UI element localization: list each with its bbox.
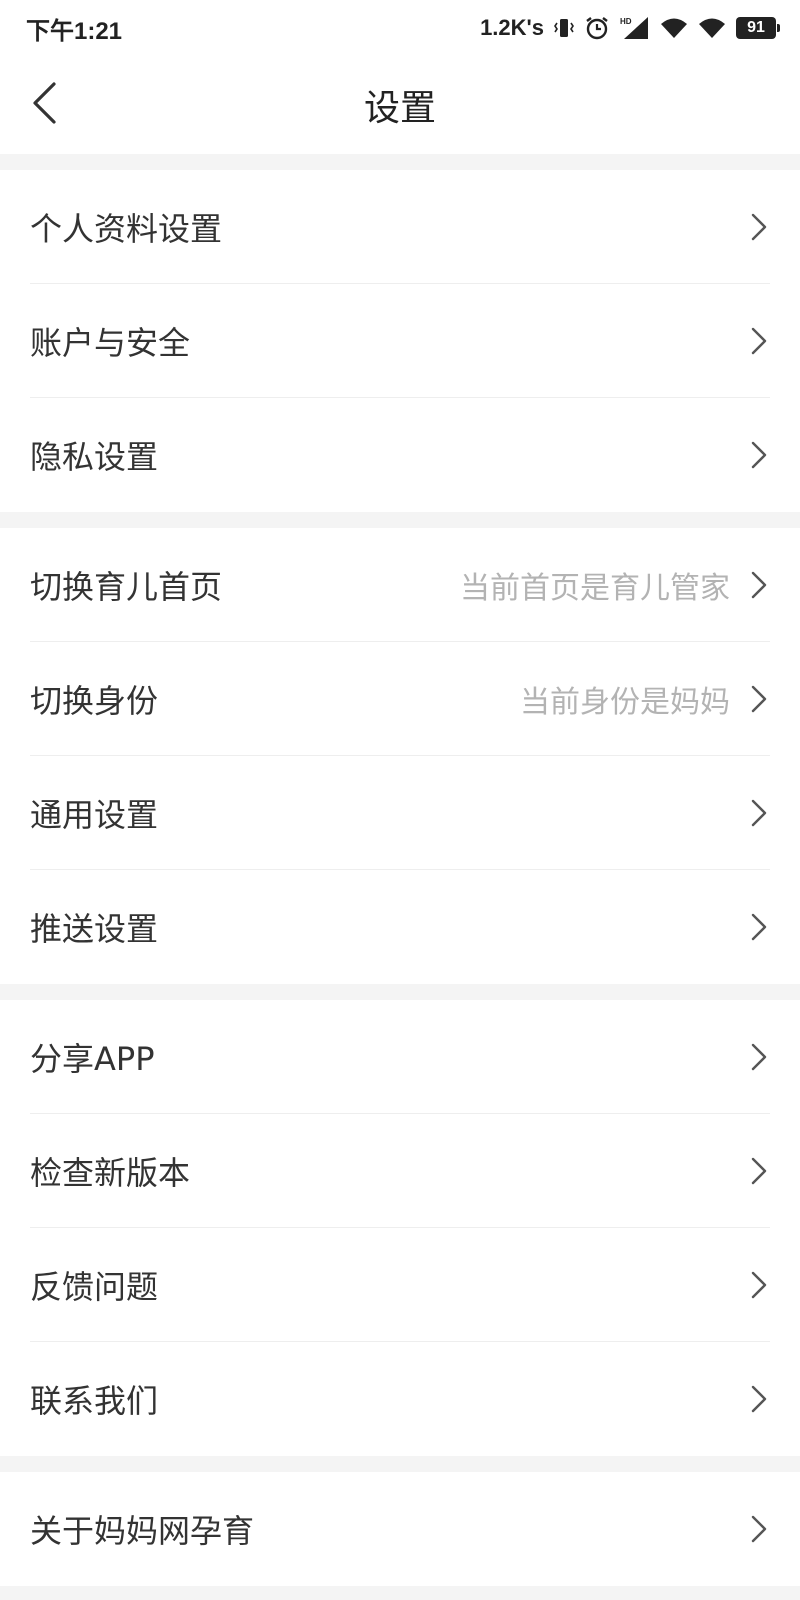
settings-item[interactable]: 通用设置 [30,756,770,870]
settings-item-hint: 当前身份是妈妈 [520,684,730,720]
settings-item[interactable]: 隐私设置 [30,398,770,512]
settings-item-label: 关于妈妈网孕育 [30,1512,255,1550]
wifi-icon [698,17,726,39]
chevron-left-icon [30,81,58,129]
settings-item-right [748,326,770,356]
status-time: 下午1:21 [26,17,123,45]
settings-item[interactable]: 个人资料设置 [30,170,770,284]
chevron-right-icon [748,1156,770,1186]
settings-item-right [748,1384,770,1414]
status-bar: 下午1:21 1.2K's HD 91 [0,0,800,56]
settings-item-label: 个人资料设置 [30,209,223,248]
settings-item-label: 检查新版本 [30,1153,191,1192]
settings-item[interactable]: 切换身份 当前身份是妈妈 [30,642,770,756]
chevron-right-icon [748,440,770,470]
settings-item[interactable]: 切换育儿首页 当前首页是育儿管家 [30,528,770,642]
settings-item[interactable]: 反馈问题 [30,1228,770,1342]
net-speed: 1.2K's [480,15,544,40]
back-button[interactable] [30,80,80,130]
settings-item[interactable]: 推送设置 [30,870,770,984]
chevron-right-icon [748,1042,770,1072]
chevron-right-icon [748,1514,770,1544]
chevron-right-icon [748,212,770,242]
settings-item-right [748,1514,770,1544]
hd-signal-icon: HD [620,15,650,41]
battery-icon: 91 [736,17,780,39]
settings-group: 关于妈妈网孕育 [0,1472,800,1586]
chevron-right-icon [748,570,770,600]
settings-item-right [748,1270,770,1300]
settings-item-label: 推送设置 [30,910,159,948]
settings-item-right [748,212,770,242]
settings-item-label: 隐私设置 [30,438,159,476]
settings-item-right [748,1042,770,1072]
settings-item-right [748,798,770,828]
alarm-icon [584,16,610,40]
chevron-right-icon [748,912,770,942]
settings-item[interactable]: 分享APP [30,1000,770,1114]
settings-item[interactable]: 账户与安全 [30,284,770,398]
settings-item-right: 当前身份是妈妈 [520,677,770,721]
settings-item-label: 切换身份 [30,681,159,720]
settings-group: 个人资料设置 账户与安全 隐私设置 [0,170,800,512]
svg-text:HD: HD [620,17,632,26]
chevron-right-icon [748,326,770,356]
settings-list: 个人资料设置 账户与安全 隐私设置 切换育儿首页 当前首页是育儿管家 切换身份 … [0,170,800,1586]
settings-item-hint: 当前首页是育儿管家 [460,570,730,606]
settings-group: 分享APP 检查新版本 反馈问题 联系我们 [0,1000,800,1456]
settings-item-right [748,440,770,470]
chevron-right-icon [748,1270,770,1300]
settings-item[interactable]: 检查新版本 [30,1114,770,1228]
settings-item-right: 当前首页是育儿管家 [460,563,770,607]
settings-item-label: 分享APP [30,1039,155,1078]
header: 设置 [0,56,800,154]
settings-item-label: 账户与安全 [30,323,191,362]
status-icons: 1.2K's HD 91 [480,15,780,41]
settings-item-label: 反馈问题 [30,1267,159,1306]
page-title: 设置 [363,88,436,129]
settings-item-label: 联系我们 [30,1382,159,1420]
settings-item-right [748,1156,770,1186]
settings-item[interactable]: 关于妈妈网孕育 [30,1472,770,1586]
settings-item-label: 切换育儿首页 [30,567,223,606]
chevron-right-icon [748,684,770,714]
settings-group: 切换育儿首页 当前首页是育儿管家 切换身份 当前身份是妈妈 通用设置 推送设置 [0,528,800,984]
wifi-icon [660,17,688,39]
chevron-right-icon [748,798,770,828]
chevron-right-icon [748,1384,770,1414]
settings-item-label: 通用设置 [30,795,159,834]
settings-item[interactable]: 联系我们 [30,1342,770,1456]
vibrate-icon [554,17,574,39]
settings-item-right [748,912,770,942]
